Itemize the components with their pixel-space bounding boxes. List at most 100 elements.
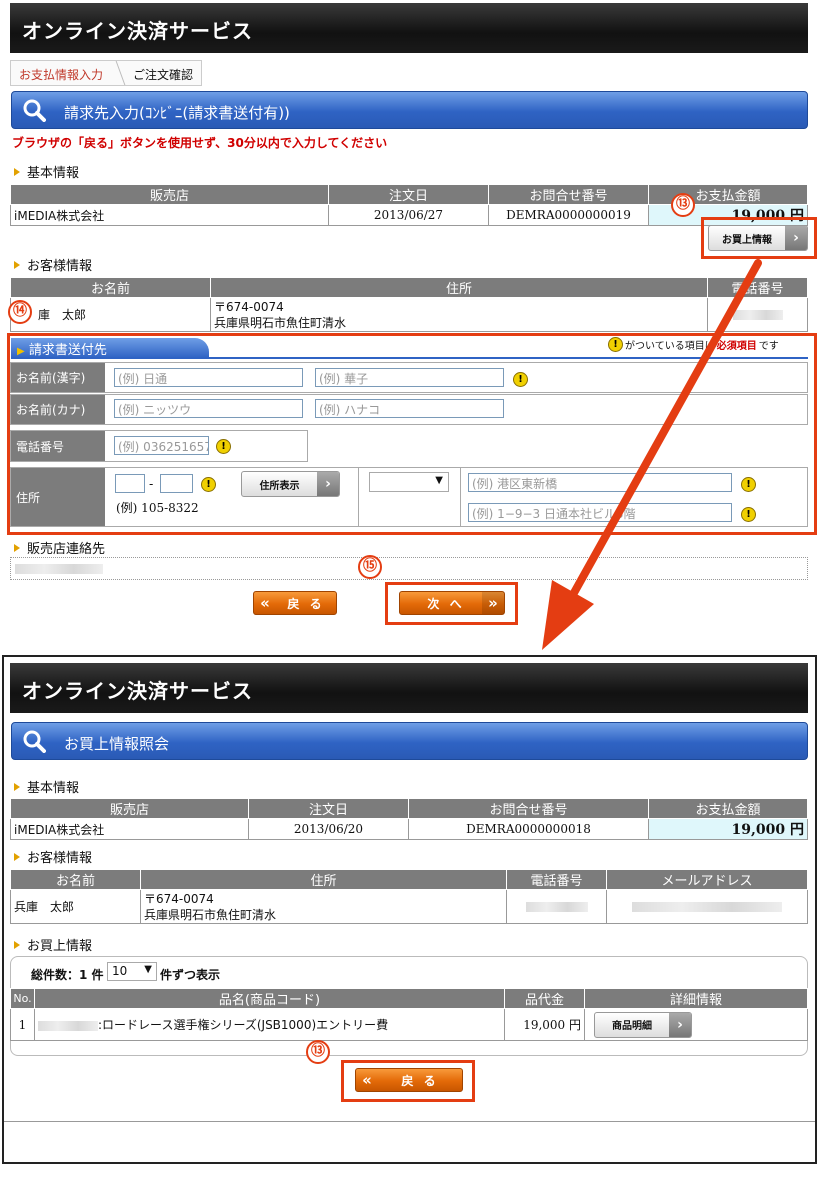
col-name: お名前 (10, 869, 141, 890)
dropdown-arrow-icon: ▼ (435, 475, 443, 486)
divider (460, 467, 461, 527)
col-price: 品代金 (504, 988, 585, 1009)
prefecture-select[interactable]: ▼ (369, 472, 449, 492)
zip-dash: - (149, 477, 154, 491)
divider (358, 467, 359, 527)
col-order-date: 注文日 (328, 184, 489, 205)
breadcrumb: お支払情報入力 ご注文確認 (10, 60, 203, 86)
address-lookup-button-label: 住所表示 (259, 480, 300, 492)
zip-second-input[interactable] (160, 474, 193, 493)
basic-info-heading: 基本情報 (14, 162, 79, 181)
zip-example: (例) 105-8322 (116, 501, 199, 515)
back-button[interactable]: « 戻 る (253, 591, 337, 615)
breadcrumb-order-confirm: ご注文確認 (133, 68, 194, 82)
blurred-phone (525, 901, 588, 912)
marker-13-bottom: ⑬ (306, 1040, 330, 1064)
col-phone: 電話番号 (506, 869, 607, 890)
footer-divider (4, 1121, 815, 1122)
customer-phone-cell (506, 889, 607, 924)
blurred-email (632, 901, 782, 912)
search-icon (23, 730, 46, 753)
col-item-name: 品名(商品コード) (34, 988, 505, 1009)
bottom-bar-title: お買上情報照会 (64, 735, 170, 753)
bottom-customer-table: お名前 住所 電話番号 メールアドレス 兵庫 太郎 〒674-0074 兵庫県明… (10, 869, 808, 924)
row-item-cell: :ロードレース選手権シリーズ(JSB1000)エントリー費 (34, 1008, 505, 1041)
row-item-name: :ロードレース選手権シリーズ(JSB1000)エントリー費 (98, 1018, 389, 1032)
col-shop: 販売店 (10, 798, 249, 819)
customer-name: 兵庫 太郎 (10, 889, 141, 924)
chevron-right-icon: › (669, 1012, 691, 1037)
required-icon: ! (216, 439, 231, 454)
last-name-kana-input[interactable]: (例) ニッツウ (114, 399, 303, 418)
col-detail: 詳細情報 (584, 988, 808, 1009)
row-no: 1 (10, 1008, 35, 1041)
first-name-kanji-input[interactable]: (例) 華子 (315, 368, 504, 387)
back-button-warning: ブラウザの「戻る」ボタンを使用せず、30分以内で入力してください (12, 136, 388, 150)
col-inquiry-no: お問合せ番号 (488, 184, 649, 205)
zip-first-input[interactable] (115, 474, 145, 493)
top-bar-title: 請求先入力(ｺﾝﾋﾞﾆ(請求書送付有)) (64, 104, 290, 122)
col-inquiry-no: お問合せ番号 (408, 798, 649, 819)
double-chevron-left-icon: « (260, 594, 270, 612)
flow-arrow (542, 259, 762, 650)
label-address: 住所 (11, 468, 105, 526)
per-page-suffix: 件ずつ表示 (160, 968, 221, 982)
dropdown-arrow-icon: ▼ (144, 964, 152, 975)
label-phone: 電話番号 (11, 431, 105, 461)
blurred-shop-contact (15, 564, 103, 574)
top-app-header: オンライン決済サービス (10, 3, 808, 53)
back-button-label: 戻 る (287, 596, 325, 611)
product-detail-button[interactable]: 商品明細 › (594, 1011, 692, 1038)
total-count: 総件数：1 件 (31, 968, 104, 982)
shop-name: iMEDIA株式会社 (10, 818, 249, 840)
bottom-basic-table: 販売店 注文日 お問合せ番号 お支払金額 iMEDIA株式会社 2013/06/… (10, 798, 808, 840)
col-name: お名前 (10, 277, 211, 298)
invoice-tab-label: 請求書送付先 (28, 343, 107, 358)
required-icon: ! (201, 477, 216, 492)
first-name-kana-input[interactable]: (例) ハナコ (315, 399, 504, 418)
col-order-date: 注文日 (248, 798, 409, 819)
bottom-back-button-label: 戻 る (401, 1073, 439, 1088)
blurred-item-prefix (38, 1020, 98, 1031)
col-amount: お支払金額 (648, 798, 808, 819)
customer-zip: 〒674-0074 (144, 891, 214, 906)
payment-amount: 19,000 円 (648, 818, 808, 840)
col-no: No. (10, 988, 35, 1009)
bottom-app-header: オンライン決済サービス (10, 663, 808, 713)
bottom-back-button[interactable]: « 戻 る (355, 1068, 463, 1092)
phone-input[interactable]: (例) 0362516570 (114, 436, 209, 455)
marker-13-top: ⑬ (671, 193, 695, 217)
customer-name: 庫 太郎 (10, 297, 211, 332)
col-email: メールアドレス (606, 869, 808, 890)
purchase-info-button[interactable]: お買上情報 › (708, 225, 808, 251)
search-icon (23, 99, 46, 122)
next-button[interactable]: 次 へ » (399, 591, 505, 615)
row-detail-cell: 商品明細 › (584, 1008, 808, 1041)
marker-14: ⑭ (8, 300, 32, 324)
required-icon: ! (513, 372, 528, 387)
last-name-kanji-input[interactable]: (例) 日通 (114, 368, 303, 387)
per-page-value: 10 (112, 964, 128, 978)
shop-name: iMEDIA株式会社 (10, 204, 329, 226)
breadcrumb-payment-input: お支払情報入力 (19, 68, 104, 82)
col-address: 住所 (140, 869, 507, 890)
label-name-kanji: お名前(漢字) (11, 363, 105, 392)
inquiry-number: DEMRA0000000019 (488, 204, 649, 226)
product-detail-button-label: 商品明細 (612, 1021, 652, 1032)
customer-info-heading: お客様情報 (14, 255, 92, 274)
customer-email-cell (606, 889, 808, 924)
customer-address-cell: 〒674-0074 兵庫県明石市魚住町清水 (140, 889, 507, 924)
purchase-heading: お買上情報 (14, 935, 92, 954)
invoice-tab: ▶ 請求書送付先 (11, 338, 209, 358)
chevron-right-icon: › (785, 226, 807, 250)
order-date: 2013/06/20 (248, 818, 409, 840)
table-row: 1 :ロードレース選手権シリーズ(JSB1000)エントリー費 19,000 円… (10, 1008, 808, 1041)
address-lookup-button[interactable]: 住所表示 › (241, 471, 340, 497)
marker-15: ⑮ (358, 555, 382, 579)
label-name-kana: お名前(カナ) (11, 395, 105, 424)
per-page-select[interactable]: 10 ▼ (107, 962, 157, 981)
top-header-title: オンライン決済サービス (22, 19, 253, 43)
chevron-right-icon: › (317, 472, 339, 496)
top-title-bar: 請求先入力(ｺﾝﾋﾞﾆ(請求書送付有)) (11, 91, 808, 129)
customer-address: 兵庫県明石市魚住町清水 (144, 907, 277, 922)
